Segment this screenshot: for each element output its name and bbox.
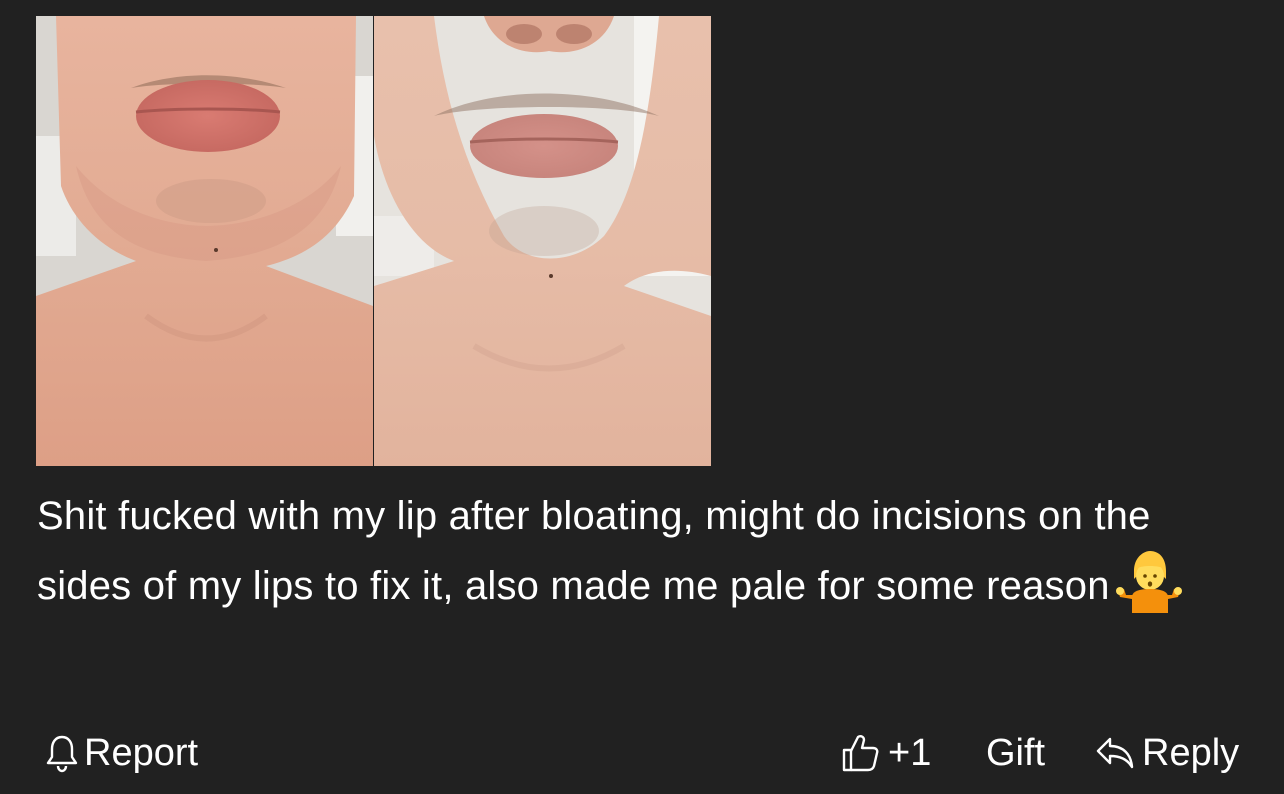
post-image-1[interactable]	[36, 16, 373, 466]
post-body-text: Shit fucked with my lip after bloating, …	[37, 484, 1237, 619]
image-gallery	[36, 16, 711, 466]
post-body-text-content: Shit fucked with my lip after bloating, …	[37, 494, 1151, 608]
thumbs-up-icon	[840, 732, 888, 774]
upvote-count: +1	[888, 731, 932, 774]
reply-arrow-icon	[1094, 733, 1142, 773]
upvote-button[interactable]: +1	[840, 726, 931, 780]
comment-action-bar: Report +1 Gift Reply	[0, 726, 1284, 780]
gift-label: Gift	[986, 731, 1046, 774]
report-button[interactable]: Report	[44, 726, 198, 780]
reply-label: Reply	[1142, 731, 1240, 774]
post-image-2[interactable]	[374, 16, 711, 466]
report-label: Report	[84, 731, 199, 774]
gift-button[interactable]: Gift	[986, 726, 1045, 780]
person-shrugging-emoji-icon	[1115, 549, 1182, 613]
bell-icon	[44, 733, 84, 773]
comment-post: Shit fucked with my lip after bloating, …	[0, 0, 1284, 794]
reply-button[interactable]: Reply	[1094, 726, 1239, 780]
